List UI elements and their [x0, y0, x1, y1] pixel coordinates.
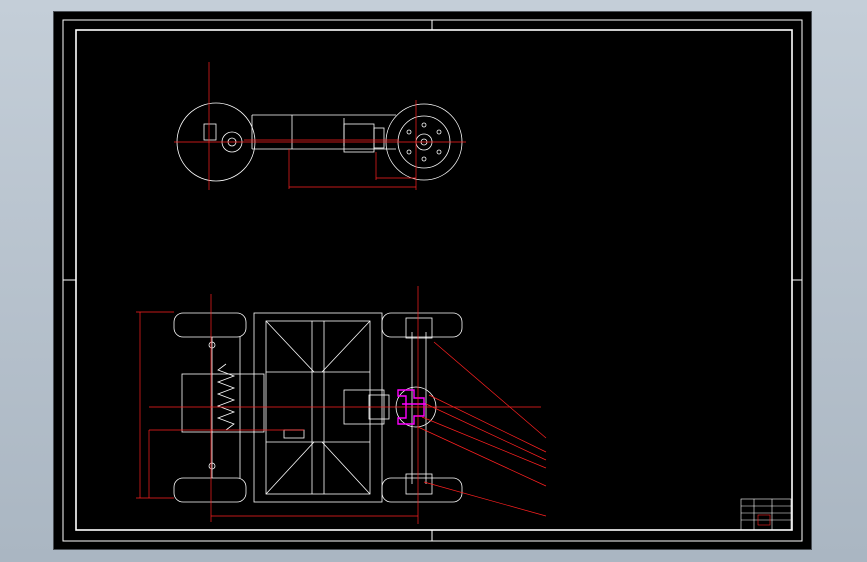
front-hub-bottom	[405, 473, 433, 495]
leader-3	[425, 403, 547, 461]
front-left-wheel	[381, 312, 463, 338]
rear-left-wheel	[173, 312, 247, 338]
leader-6	[423, 481, 547, 517]
leader-lines	[417, 341, 547, 517]
drawing-sheet[interactable]	[53, 11, 812, 550]
rear-right-wheel	[173, 477, 247, 503]
leader-1	[433, 341, 547, 439]
motor-body	[343, 123, 375, 153]
plan-view	[173, 312, 463, 503]
chassis-frame	[253, 312, 383, 503]
left-bracket	[203, 123, 217, 141]
leader-2	[428, 394, 547, 453]
truss	[265, 441, 315, 495]
outer-border	[62, 19, 803, 542]
truss	[321, 320, 371, 373]
truss	[265, 320, 315, 373]
drawing-frame	[62, 19, 803, 542]
leader-4	[421, 416, 547, 469]
rear-axle-block	[181, 373, 265, 433]
cad-drawing[interactable]	[54, 12, 811, 549]
title-block-frame	[740, 498, 792, 531]
motor-flange	[373, 127, 385, 149]
front-right-wheel	[381, 477, 463, 503]
plan-view-dimensions	[136, 286, 541, 524]
leader-5	[417, 426, 547, 487]
title-block	[740, 498, 792, 531]
truss	[321, 441, 371, 495]
chassis-inner	[265, 320, 371, 495]
front-hub-top	[405, 317, 433, 339]
steering-link	[283, 429, 305, 439]
